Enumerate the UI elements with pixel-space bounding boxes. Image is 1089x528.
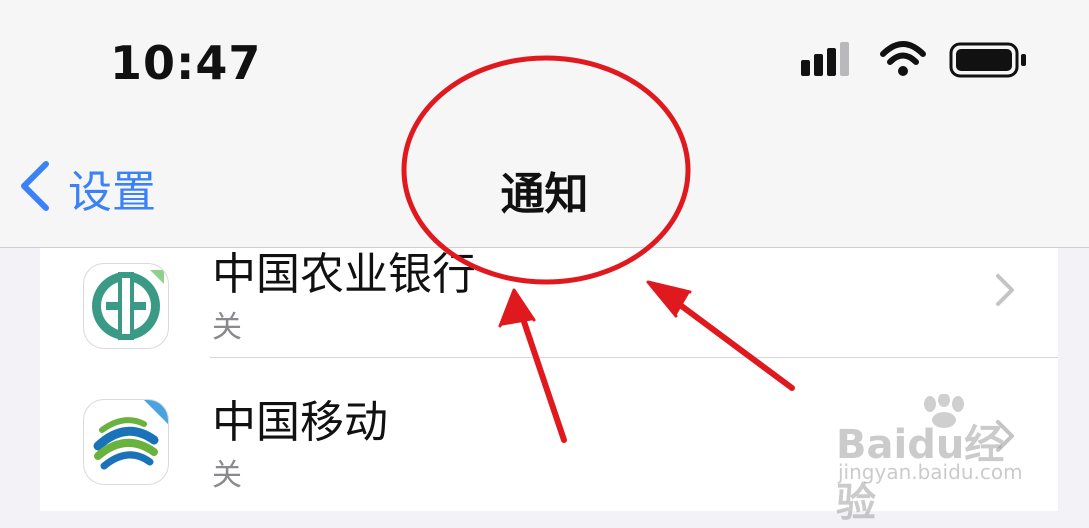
cellular-signal-icon bbox=[801, 42, 849, 76]
status-bar: 10:47 bbox=[0, 0, 1089, 120]
status-icons bbox=[801, 40, 1031, 88]
list-item-status: 关 bbox=[212, 310, 242, 345]
watermark-url: jingyan.baidu.com bbox=[838, 460, 1023, 484]
battery-icon bbox=[949, 42, 1026, 78]
abc-bank-icon bbox=[84, 264, 168, 348]
baidu-watermark: Baidu经验 jingyan.baidu.com bbox=[836, 393, 1036, 526]
list-item-abc-bank[interactable]: 中国农业银行 关 bbox=[40, 248, 1058, 358]
list-item-title: 中国农业银行 bbox=[212, 249, 476, 300]
navigation-bar: 设置 通知 bbox=[0, 120, 1089, 248]
china-mobile-icon bbox=[84, 400, 168, 484]
list-item-status: 关 bbox=[212, 458, 242, 493]
wifi-icon bbox=[880, 41, 926, 76]
chevron-right-icon bbox=[994, 272, 1016, 312]
list-item-title: 中国移动 bbox=[212, 397, 388, 448]
status-time: 10:47 bbox=[110, 36, 262, 90]
page-title: 通知 bbox=[500, 169, 589, 220]
